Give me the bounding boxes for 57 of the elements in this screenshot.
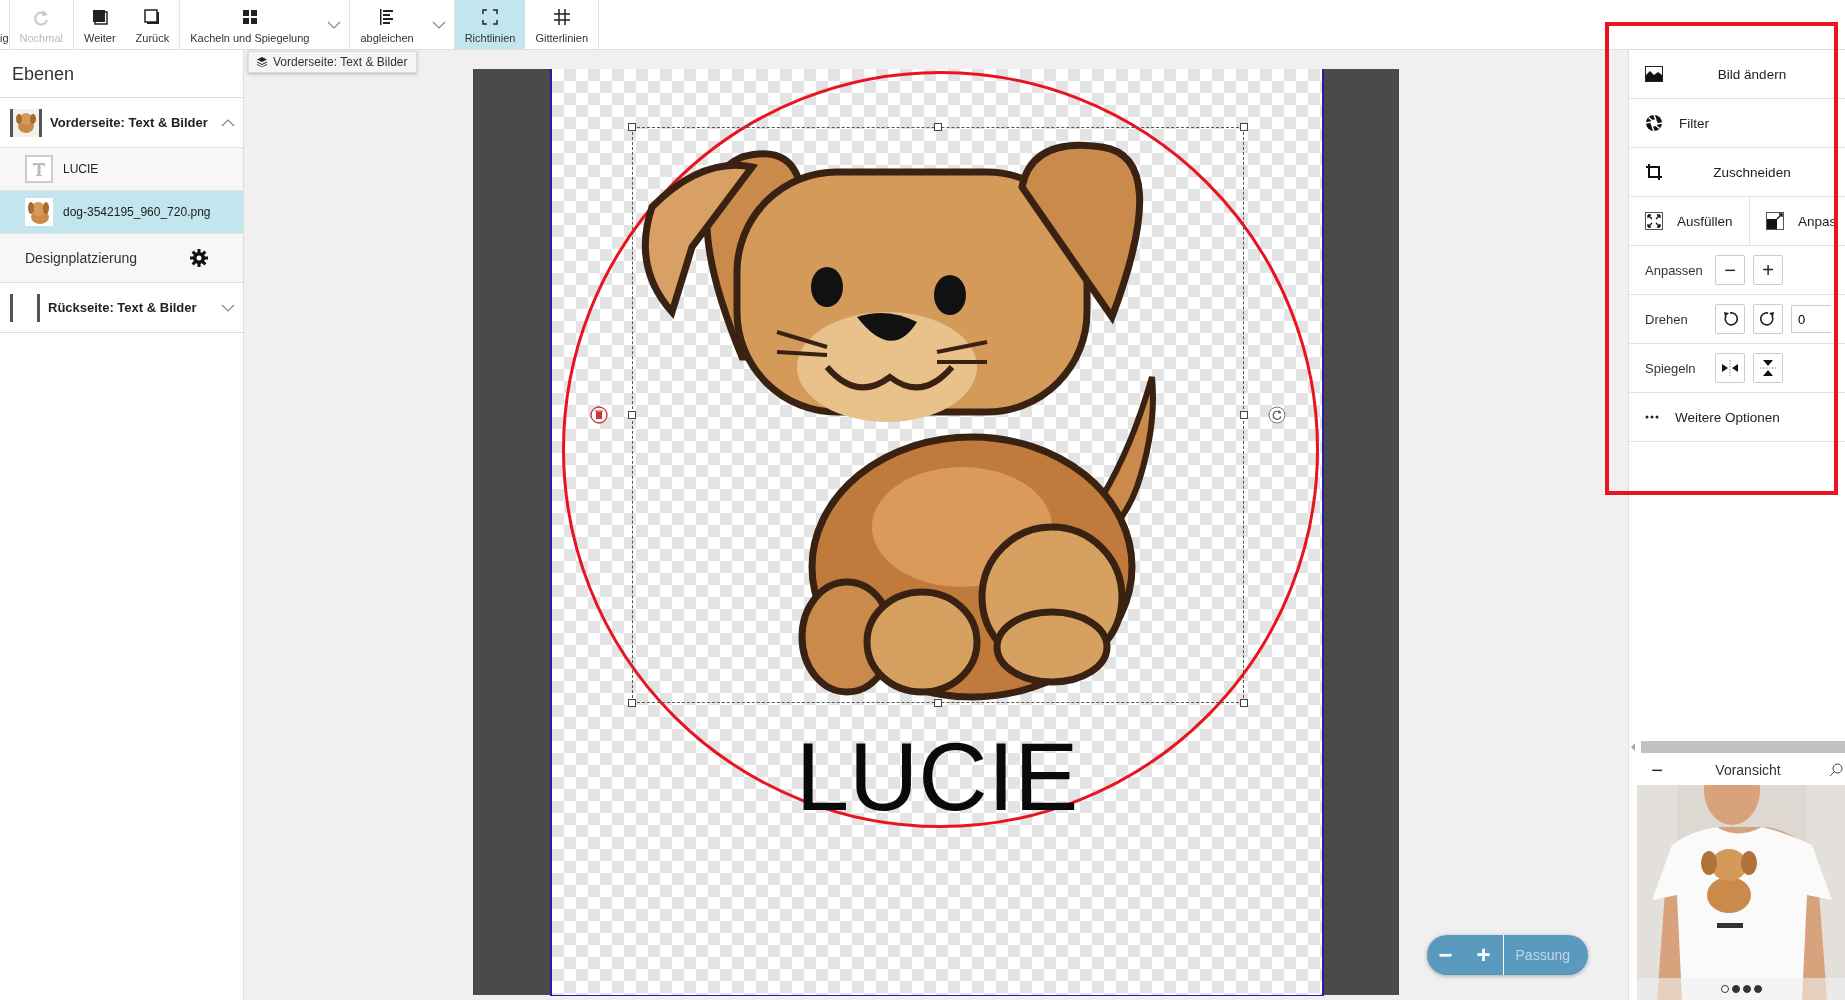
rotate-right-icon [1760,311,1776,327]
layer-name: LUCIE [63,162,99,176]
resize-handle[interactable] [1240,123,1248,131]
aperture-icon [1645,114,1663,132]
rotate-right-button[interactable] [1753,304,1783,334]
row-label: Spiegeln [1645,360,1697,376]
text-layer-icon [25,155,53,183]
search-icon[interactable] [1829,763,1843,777]
flip-vertical-icon [1760,359,1776,377]
crop-icon [1645,163,1663,181]
resize-handle[interactable] [934,699,942,707]
delete-icon[interactable] [589,405,609,425]
setting-label: Designplatzierung [25,250,138,266]
expand-icon [1645,212,1663,230]
more-icon [1645,415,1659,419]
flip-vertical-button[interactable] [1753,353,1783,383]
settings-icon[interactable] [189,248,209,268]
resize-handle[interactable] [934,123,942,131]
image-icon [1645,66,1663,82]
fit-icon [1766,212,1784,230]
flip-horizontal-icon [1721,360,1739,376]
guides-icon [480,7,501,27]
caret-icon [327,20,342,29]
layer-group-label: Vorderseite: Text & Bilder [50,115,209,130]
layer-name: dog-3542195_960_720.png [63,205,211,219]
layer-item[interactable]: LUCIE [0,148,243,191]
page-dot[interactable] [1720,985,1729,993]
page-dot[interactable] [1731,985,1740,993]
toolbar-button[interactable]: Richtlinien [454,0,526,49]
tool-button[interactable]: Ausfüllen [1645,197,1750,245]
row-label: Anpassen [1645,262,1704,278]
layer-group-label: Rückseite: Text & Bilder [48,300,198,315]
page-dot[interactable] [1753,985,1762,993]
grid-icon [551,7,572,27]
rotate-left-icon [1722,311,1738,327]
row-label: Drehen [1645,311,1689,327]
resize-handle[interactable] [628,411,636,419]
resize-handle[interactable] [628,699,636,707]
scrollbar[interactable] [1641,741,1845,753]
layers-icon [257,57,267,67]
page-dot[interactable] [1742,985,1751,993]
expand-icon [221,303,235,312]
resize-handle[interactable] [628,123,636,131]
flip-horizontal-button[interactable] [1715,353,1745,383]
design-text[interactable]: LUCIE [552,729,1322,825]
rotate-left-button[interactable] [1715,304,1745,334]
rotate-icon[interactable] [1267,405,1287,425]
decrease-button[interactable]: − [1715,255,1745,285]
increase-button[interactable]: + [1753,255,1783,285]
resize-handle[interactable] [1240,699,1248,707]
preview-title: Voransicht [1715,762,1781,778]
caret-icon [431,20,446,29]
resize-handle[interactable] [1240,411,1248,419]
layer-item[interactable]: dog-3542195_960_720.png [0,191,243,234]
collapse-icon [221,118,235,127]
angle-field[interactable]: 0 [1791,305,1831,333]
tooltip-text: Vorderseite: Text & Bilder [273,55,408,69]
